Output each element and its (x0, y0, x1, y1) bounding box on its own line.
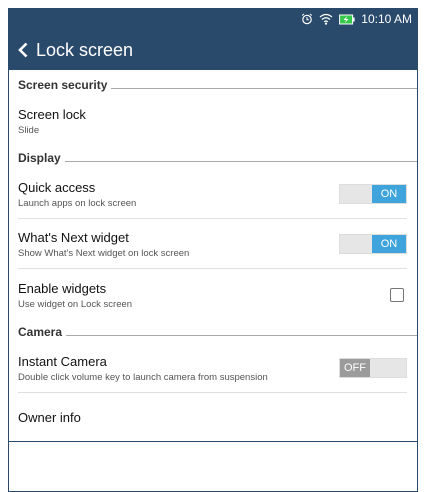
quick-access-toggle[interactable]: ON (339, 184, 407, 204)
setting-subtitle: Slide (18, 125, 40, 136)
bottom-empty-area (8, 442, 418, 492)
section-divider (111, 87, 417, 89)
setting-subtitle: Show What's Next widget on lock screen (18, 247, 190, 259)
back-button[interactable] (12, 30, 34, 70)
app-frame: 10:10 AM Lock screen Screen security Scr… (8, 8, 418, 492)
setting-instant-camera[interactable]: Instant Camera Double click volume key t… (9, 343, 417, 393)
setting-subtitle: Launch apps on lock screen (18, 197, 137, 209)
section-divider (64, 160, 417, 162)
setting-whats-next-widget[interactable]: What's Next widget Show What's Next widg… (9, 219, 417, 269)
setting-title: Quick access (18, 179, 96, 195)
section-header-screen-security: Screen security (9, 74, 417, 96)
toggle-state-label: ON (372, 235, 406, 253)
setting-title: What's Next widget (18, 229, 129, 245)
settings-list[interactable]: Screen security Screen lock Slide Displa… (8, 70, 418, 442)
wifi-icon (319, 13, 333, 25)
status-bar: 10:10 AM (8, 8, 418, 30)
whats-next-toggle[interactable]: ON (339, 234, 407, 254)
page-title: Lock screen (36, 39, 134, 60)
section-header-camera: Camera (9, 321, 417, 343)
alarm-icon (301, 13, 313, 25)
setting-title: Screen lock (18, 107, 86, 122)
section-label: Screen security (18, 78, 108, 92)
setting-title: Owner info (18, 409, 81, 425)
setting-subtitle: Use widget on Lock screen (18, 298, 133, 310)
setting-title: Instant Camera (18, 353, 107, 369)
chevron-left-icon (18, 42, 28, 58)
setting-enable-widgets[interactable]: Enable widgets Use widget on Lock screen (9, 269, 417, 321)
setting-screen-lock[interactable]: Screen lock Slide (9, 96, 417, 147)
setting-quick-access[interactable]: Quick access Launch apps on lock screen … (9, 169, 417, 219)
section-label: Camera (18, 325, 63, 339)
section-label: Display (18, 151, 61, 165)
toggle-state-label: OFF (340, 359, 370, 377)
toggle-state-label: ON (372, 185, 406, 203)
setting-title: Enable widgets (18, 280, 107, 296)
section-header-display: Display (9, 147, 417, 169)
enable-widgets-checkbox[interactable] (390, 288, 404, 302)
battery-charging-icon (339, 14, 355, 25)
setting-subtitle: Double click volume key to launch camera… (18, 371, 268, 383)
status-time: 10:10 AM (361, 12, 412, 26)
instant-camera-toggle[interactable]: OFF (339, 358, 407, 378)
setting-owner-info[interactable]: Owner info (9, 393, 417, 441)
section-divider (66, 334, 417, 336)
action-bar: Lock screen (8, 30, 418, 70)
